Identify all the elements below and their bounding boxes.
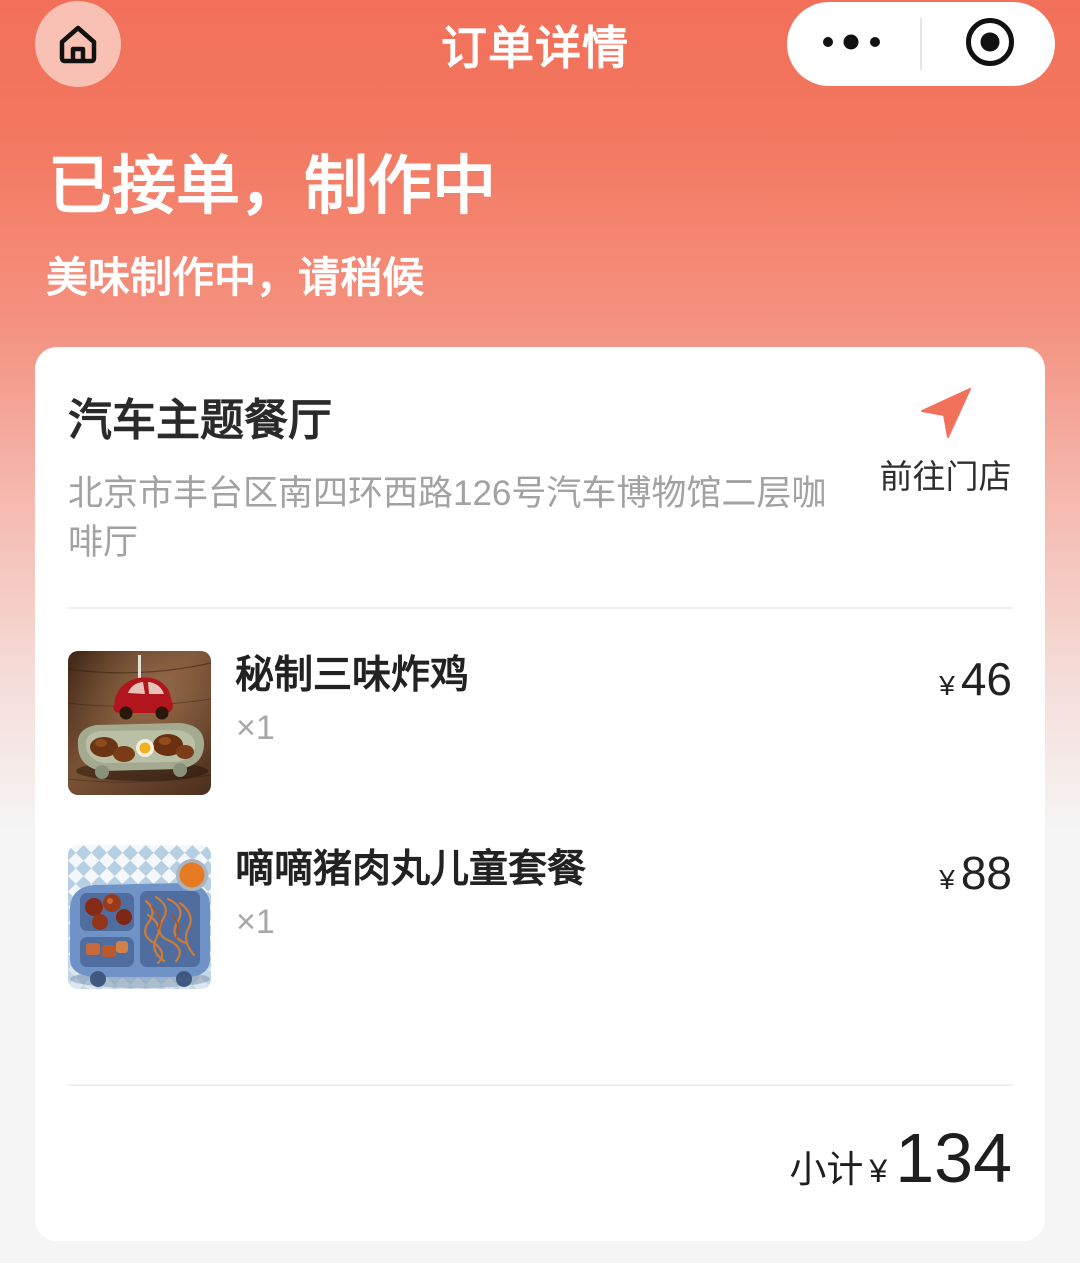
item-quantity: ×1 [236,709,275,747]
navigation-arrow-icon [920,387,972,439]
store-name: 汽车主题餐厅 [68,396,332,445]
go-to-store-label: 前往门店 [879,458,1012,495]
order-item: 嘀嘀猪肉丸儿童套餐 ×1 ¥88 [35,845,1045,995]
mini-program-capsule [787,2,1055,86]
store-address: 北京市丰台区南四环西路126号汽车博物馆二层咖啡厅 [68,474,827,562]
item-price: ¥88 [939,850,1012,908]
item-price: ¥46 [939,656,1012,714]
currency-symbol: ¥ [939,670,955,701]
item-name: 嘀嘀猪肉丸儿童套餐 [235,848,587,891]
more-dots-icon [821,33,883,56]
order-card: 汽车主题餐厅 北京市丰台区南四环西路126号汽车博物馆二层咖啡厅 前往门店 秘制… [35,347,1045,1241]
close-mini-program-button[interactable] [957,11,1023,77]
target-icon [964,16,1016,73]
item-price-value: 46 [960,653,1012,705]
subtotal: 小计 ¥134 [789,1123,1012,1213]
store-divider [68,607,1013,609]
order-item: 秘制三味炸鸡 ×1 ¥46 [35,651,1045,801]
subtotal-label: 小计 [789,1149,864,1190]
order-status-subtitle: 美味制作中，请稍候 [46,254,425,301]
fried-chicken-image [68,651,211,795]
items-divider [68,1084,1013,1086]
currency-symbol: ¥ [869,1153,888,1189]
order-status-title: 已接单，制作中 [48,150,496,222]
go-to-store-button[interactable]: 前往门店 [878,387,1013,493]
item-name: 秘制三味炸鸡 [235,654,470,697]
item-price-value: 88 [960,847,1012,899]
item-quantity: ×1 [236,903,275,941]
capsule-divider [920,18,922,70]
meatball-kids-meal-image [68,845,211,989]
currency-symbol: ¥ [939,864,955,895]
more-button[interactable] [807,14,897,74]
subtotal-amount: 134 [895,1119,1012,1197]
